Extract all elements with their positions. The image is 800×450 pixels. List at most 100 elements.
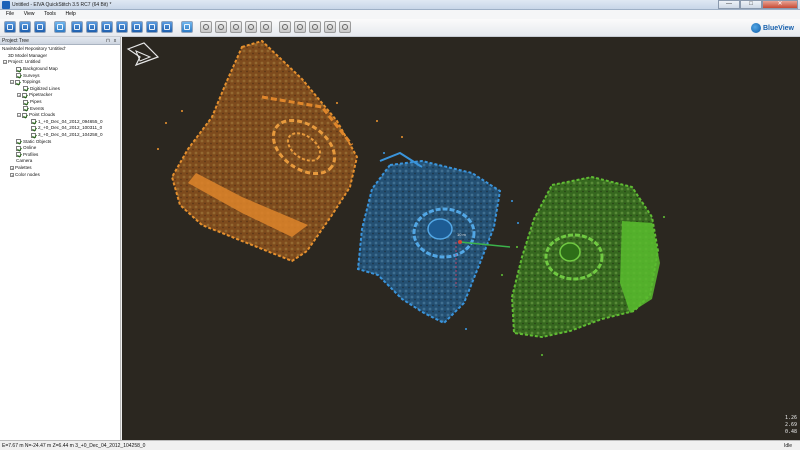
menu-view[interactable]: View: [24, 10, 35, 19]
tree-node-background-map[interactable]: Background Map: [0, 66, 120, 73]
tree-node-label: Camera: [16, 158, 33, 164]
cursor-coordinates: E=7.67 m N=-24.47 m Z=6.44 m 3_+0_Dec_04…: [2, 443, 146, 449]
north-arrow-icon: [126, 42, 160, 67]
visibility-checkbox[interactable]: [16, 139, 21, 145]
app-icon: [2, 1, 10, 9]
tree-node-label: 1_+0_Dec_04_2012_094655_0: [38, 118, 103, 124]
expand-icon[interactable]: +: [17, 93, 21, 98]
readout-value: 1.26: [784, 415, 797, 421]
window-controls: — □ ✕: [718, 0, 798, 9]
stop-icon: [233, 24, 239, 30]
tree-node-label: Surveys: [23, 72, 40, 78]
tree-node-surveys[interactable]: Surveys: [0, 72, 120, 79]
tree-node-label: Background Map: [23, 66, 58, 72]
record-button[interactable]: [245, 21, 257, 33]
terrain-button[interactable]: [101, 21, 113, 33]
tree-node-cloud-2[interactable]: 2_+0_Dec_04_2012_100311_0: [0, 125, 120, 132]
3d-icon: [57, 24, 63, 30]
tree-node-label: Color nodes: [15, 171, 40, 177]
stop-button[interactable]: [230, 21, 242, 33]
close-button[interactable]: ✕: [762, 0, 798, 9]
zoom-extents-button[interactable]: [294, 21, 306, 33]
open-project-button[interactable]: [19, 21, 31, 33]
tree-node-label: Project: Untitled: [8, 59, 41, 65]
profile-button[interactable]: [131, 21, 143, 33]
pan-button[interactable]: [200, 21, 212, 33]
tree-node-events[interactable]: Events: [0, 105, 120, 112]
toolbar: [0, 19, 800, 37]
menu-tools[interactable]: Tools: [44, 10, 56, 19]
point-cloud-green: [510, 175, 660, 339]
view-3d-button[interactable]: [54, 21, 66, 33]
camera-button[interactable]: [146, 21, 158, 33]
grid-button[interactable]: [279, 21, 291, 33]
tree-node-digitized-lines[interactable]: Digitized Lines: [0, 86, 120, 93]
tree-node-toppings[interactable]: − Toppings: [0, 79, 120, 86]
filter-button[interactable]: [324, 21, 336, 33]
expand-icon[interactable]: +: [10, 172, 14, 177]
visibility-checkbox[interactable]: [15, 79, 20, 85]
tree-node-online[interactable]: Online: [0, 145, 120, 152]
tree-node-pipes[interactable]: Pipes: [0, 99, 120, 106]
visibility-checkbox[interactable]: [31, 119, 36, 125]
tree-node-model-manager[interactable]: 3D Model Manager: [0, 53, 120, 60]
scale-label: 10 m: [457, 232, 466, 237]
snapshot-button[interactable]: [260, 21, 272, 33]
snapshot-icon: [263, 24, 269, 30]
minimize-button[interactable]: —: [718, 0, 740, 9]
visibility-checkbox[interactable]: [22, 112, 27, 118]
tree-node-cloud-3[interactable]: 3_+0_Dec_04_2012_104258_0: [0, 132, 120, 139]
measure-button[interactable]: [86, 21, 98, 33]
menu-file[interactable]: File: [6, 10, 14, 19]
tree-node-pipetracker[interactable]: + Pipetracker: [0, 92, 120, 99]
orbit-icon: [218, 24, 224, 30]
tree-node-color-nodes[interactable]: + Color nodes: [0, 171, 120, 178]
project-tree: NaviModel Repository 'Untitled' 3D Model…: [0, 45, 120, 178]
tree-node-label: Point Clouds: [29, 112, 56, 118]
visibility-checkbox[interactable]: [31, 132, 36, 138]
ruler-icon: [89, 24, 95, 30]
3d-viewport[interactable]: 10 m 1.26 2.69 0.48: [122, 37, 800, 440]
close-panel-button[interactable]: x: [112, 38, 118, 44]
project-tree-title: Project Tree: [2, 38, 29, 44]
view-2d-button[interactable]: [71, 21, 83, 33]
camera-icon: [149, 24, 155, 30]
tree-node-repository[interactable]: NaviModel Repository 'Untitled': [0, 46, 120, 53]
visibility-checkbox[interactable]: [16, 145, 21, 151]
visibility-checkbox[interactable]: [22, 92, 27, 98]
layers-button[interactable]: [116, 21, 128, 33]
visibility-checkbox[interactable]: [23, 99, 28, 105]
maximize-button[interactable]: □: [740, 0, 762, 9]
visibility-checkbox[interactable]: [23, 106, 28, 112]
tools-button[interactable]: [161, 21, 173, 33]
new-project-button[interactable]: [4, 21, 16, 33]
save-project-button[interactable]: [34, 21, 46, 33]
tree-node-palettes[interactable]: + Palettes: [0, 165, 120, 172]
tree-node-cloud-1[interactable]: 1_+0_Dec_04_2012_094655_0: [0, 119, 120, 126]
visibility-checkbox[interactable]: [16, 66, 21, 72]
status-bar: E=7.67 m N=-24.47 m Z=6.44 m 3_+0_Dec_04…: [0, 440, 800, 450]
tree-node-label: Pipetracker: [29, 92, 53, 98]
settings-button[interactable]: [339, 21, 351, 33]
tree-node-point-clouds[interactable]: − Point Clouds: [0, 112, 120, 119]
visibility-checkbox[interactable]: [23, 86, 28, 92]
visibility-checkbox[interactable]: [31, 125, 36, 131]
tree-node-camera[interactable]: Camera: [0, 158, 120, 165]
expand-icon[interactable]: +: [10, 165, 14, 170]
menu-help[interactable]: Help: [66, 10, 76, 19]
tree-node-profiles[interactable]: Profiles: [0, 152, 120, 159]
collapse-icon[interactable]: −: [3, 60, 7, 65]
visibility-checkbox[interactable]: [16, 152, 21, 158]
pin-panel-button[interactable]: ⊓: [105, 38, 111, 44]
save-icon: [37, 24, 43, 30]
orbit-button[interactable]: [215, 21, 227, 33]
export-button[interactable]: [181, 21, 193, 33]
collapse-icon[interactable]: −: [17, 113, 21, 118]
collapse-icon[interactable]: −: [10, 80, 14, 85]
select-button[interactable]: [309, 21, 321, 33]
point-cloud-scene: [126, 39, 665, 356]
tree-node-label: Toppings: [22, 79, 41, 85]
visibility-checkbox[interactable]: [16, 73, 21, 79]
tree-node-static-objects[interactable]: Static Objects: [0, 138, 120, 145]
tree-node-project[interactable]: − Project: Untitled: [0, 59, 120, 66]
